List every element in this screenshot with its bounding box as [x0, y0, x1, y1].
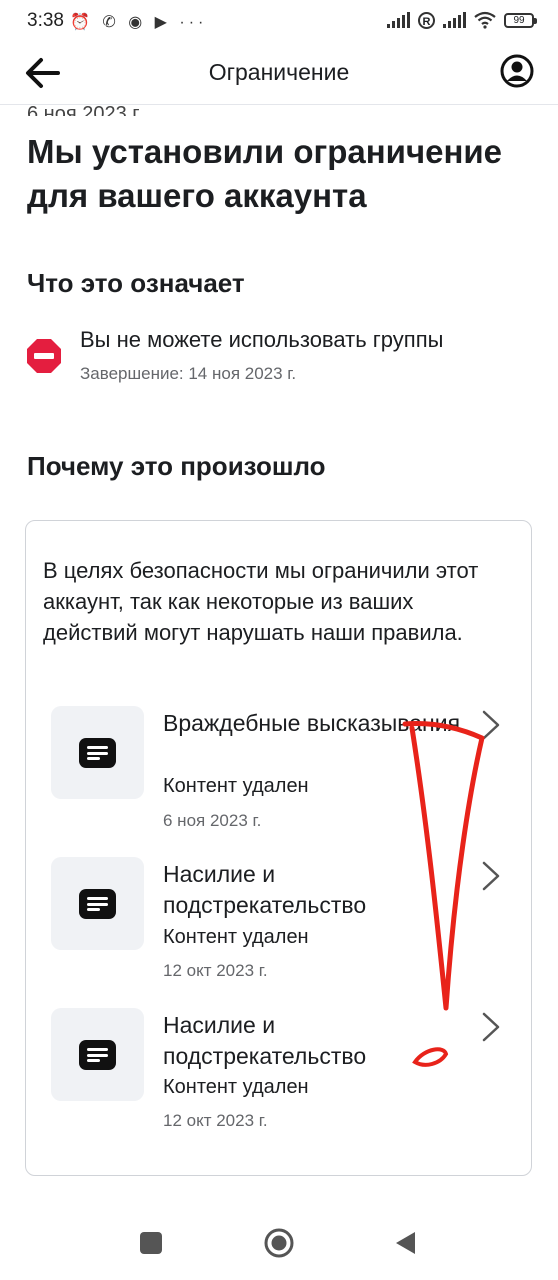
violation-title[interactable]: Насилие и подстрекательство	[163, 859, 463, 921]
wifi-icon	[474, 11, 496, 29]
violation-status: Контент удален	[163, 775, 309, 797]
violation-title[interactable]: Насилие и подстрекательство	[163, 1010, 463, 1072]
violation-title[interactable]: Враждебные высказывания	[163, 708, 463, 739]
violation-date: 12 окт 2023 г.	[163, 1111, 268, 1130]
back-triangle-icon[interactable]	[393, 1230, 417, 1256]
user-circle-icon[interactable]	[500, 54, 534, 88]
violation-status: Контент удален	[163, 926, 309, 948]
notification-icons: ⏰ ✆ ◉ ▶ ···	[70, 14, 208, 31]
battery-icon: 99	[504, 12, 537, 28]
stop-sign-icon	[27, 339, 61, 373]
system-nav-bar	[0, 1206, 558, 1280]
message-icon	[51, 1008, 144, 1101]
restriction-end-date: Завершение: 14 ноя 2023 г.	[80, 364, 297, 383]
status-right-icons: R 99	[387, 11, 537, 29]
cell-signal-icon	[387, 12, 410, 28]
page-header-title: Ограничение	[208, 59, 350, 85]
violation-date: 6 ноя 2023 г.	[163, 811, 262, 830]
violation-status: Контент удален	[163, 1076, 309, 1098]
chevron-right-icon[interactable]	[480, 1011, 502, 1043]
page-title: Мы установили ограничение для вашего акк…	[27, 133, 503, 214]
cell-signal-2-icon	[443, 12, 466, 28]
status-time: 3:38	[27, 10, 64, 31]
partial-date: 6 ноя 2023 г.	[27, 103, 143, 116]
message-icon	[51, 857, 144, 950]
message-icon	[51, 706, 144, 799]
home-icon[interactable]	[263, 1227, 295, 1259]
roaming-icon: R	[418, 11, 435, 29]
restriction-text: Вы не можете использовать группы	[80, 327, 444, 352]
status-bar: 3:38 ⏰ ✆ ◉ ▶ ··· R 99	[0, 0, 558, 42]
why-heading: Почему это произошло	[27, 451, 326, 481]
chevron-right-icon[interactable]	[480, 709, 502, 741]
violation-date: 12 окт 2023 г.	[163, 961, 268, 980]
recent-apps-icon[interactable]	[140, 1232, 162, 1254]
what-heading: Что это означает	[27, 268, 245, 298]
chevron-right-icon[interactable]	[480, 860, 502, 892]
reasons-description: В целях безопасности мы ограничили этот …	[43, 558, 479, 645]
